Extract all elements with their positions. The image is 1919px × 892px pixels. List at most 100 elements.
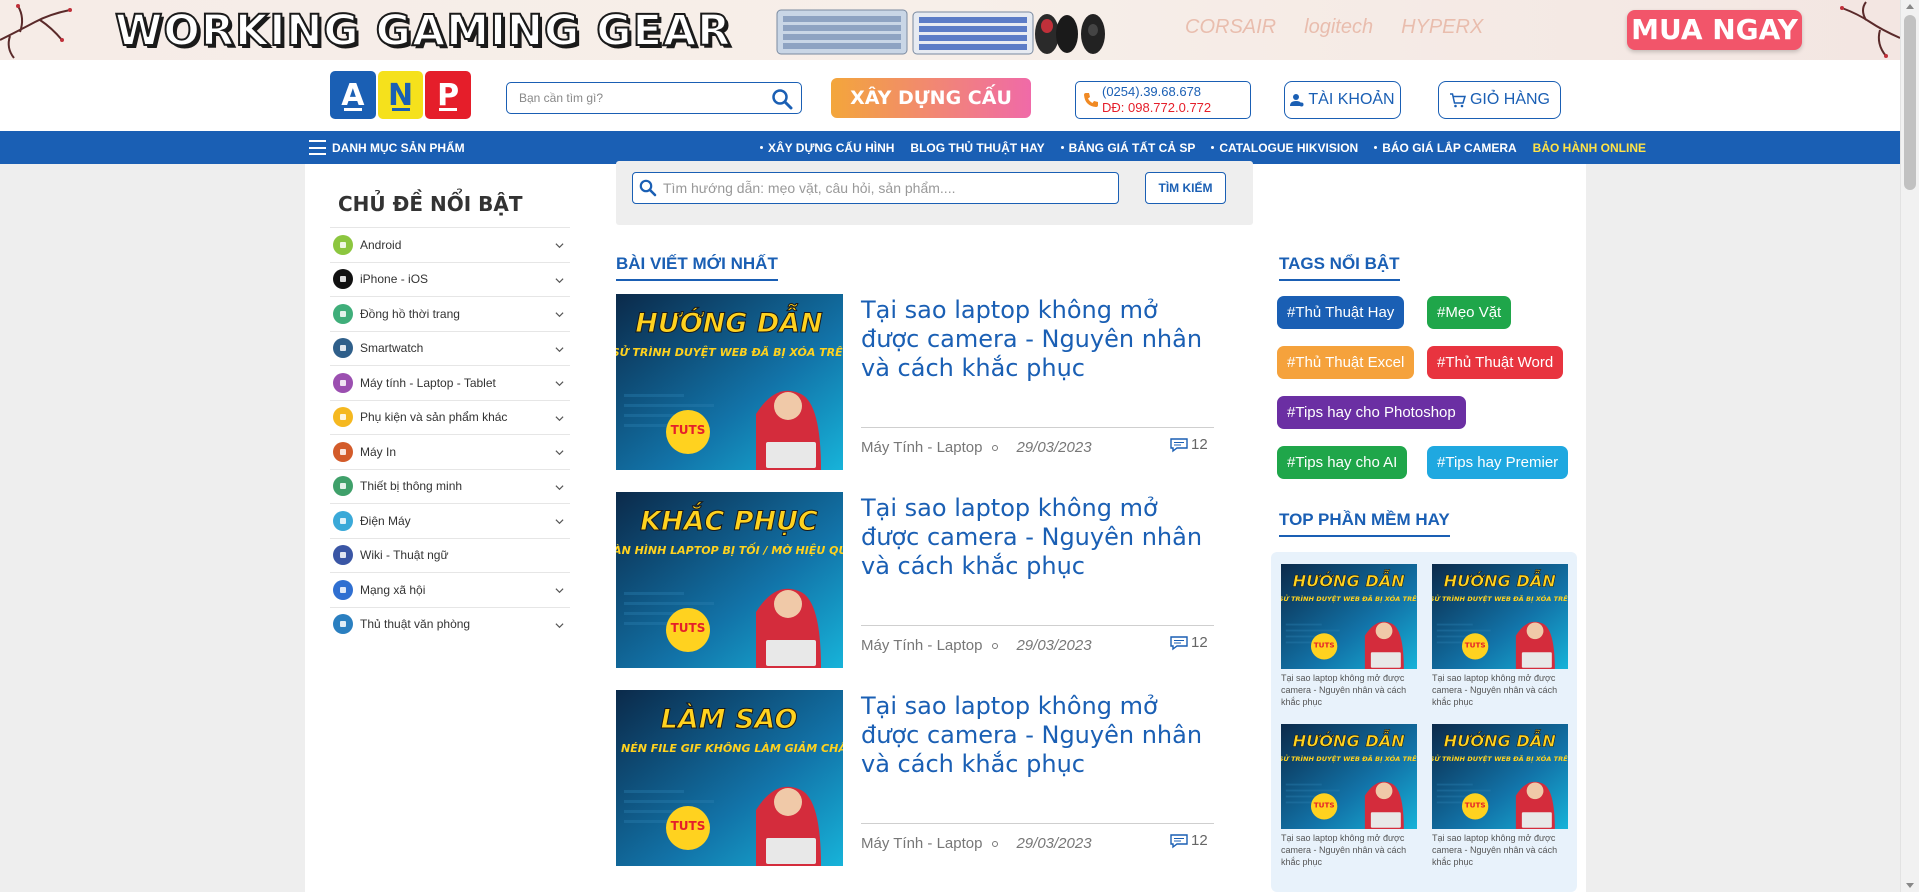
- top-app-thumbnail[interactable]: HƯỚNG DẪN XEM LỊCH SỬ TRÌNH DUYỆT WEB ĐÃ …: [1432, 564, 1568, 669]
- tag-chip[interactable]: #Thủ Thuật Hay: [1277, 296, 1405, 329]
- tag-chip[interactable]: #Mẹo Vặt: [1427, 296, 1512, 329]
- sidebar-item-label: Máy In: [360, 444, 397, 459]
- top-app-card[interactable]: HƯỚNG DẪN XEM LỊCH SỬ TRÌNH DUYỆT WEB ĐÃ …: [1432, 724, 1568, 868]
- hotline-landline: (0254).39.68.678: [1102, 84, 1202, 99]
- sidebar-item[interactable]: iPhone - iOS: [330, 261, 570, 297]
- scrollbar-thumb[interactable]: [1904, 15, 1916, 190]
- post-thumbnail[interactable]: HƯỚNG DẪN XEM LỊCH SỬ TRÌNH DUYỆT WEB ĐÃ …: [616, 294, 843, 470]
- thumb-subline: XEM LỊCH SỬ TRÌNH DUYỆT WEB ĐÃ BỊ XÓA TR…: [616, 345, 843, 359]
- scroll-down-arrow-icon[interactable]: [1906, 883, 1914, 888]
- gaming-gear-image: [776, 9, 1105, 55]
- sidebar-item[interactable]: Mạng xã hội: [330, 572, 570, 607]
- thumb-badge: TUTS: [1465, 641, 1486, 650]
- chevron-down-icon[interactable]: [555, 448, 564, 457]
- appliance-icon: [333, 510, 353, 531]
- top-app-caption[interactable]: Tại sao laptop không mở được camera - Ng…: [1432, 672, 1568, 708]
- apple-icon: [333, 269, 353, 290]
- sidebar-item[interactable]: Thiết bị thông minh: [330, 468, 570, 504]
- comment-count: 12: [1191, 832, 1208, 849]
- guide-search-input[interactable]: [663, 173, 1113, 203]
- top-app-card[interactable]: HƯỚNG DẪN XEM LỊCH SỬ TRÌNH DUYỆT WEB ĐÃ …: [1281, 724, 1417, 868]
- top-app-card[interactable]: HƯỚNG DẪN XEM LỊCH SỬ TRÌNH DUYỆT WEB ĐÃ …: [1281, 564, 1417, 708]
- chevron-down-icon[interactable]: [555, 414, 564, 423]
- post-comments[interactable]: 12: [1169, 436, 1208, 453]
- chevron-down-icon[interactable]: [555, 276, 564, 285]
- post-category[interactable]: Máy Tính - Laptop: [861, 835, 982, 852]
- site-logo[interactable]: A N P: [330, 71, 472, 121]
- printer-icon: [333, 441, 353, 462]
- sidebar-item[interactable]: Đồng hồ thời trang: [330, 296, 570, 331]
- chevron-down-icon[interactable]: [555, 241, 564, 250]
- tag-chip[interactable]: #Tips hay cho Photoshop: [1277, 396, 1466, 429]
- post-thumbnail[interactable]: LÀM SAO NÉN ẢNH, NÉN FILE GIF KHÔNG LÀM G…: [616, 690, 843, 866]
- chevron-down-icon[interactable]: [555, 345, 564, 354]
- post-title-link[interactable]: Tại sao laptop không mở được camera - Ng…: [861, 692, 1216, 779]
- post-title-link[interactable]: Tại sao laptop không mở được camera - Ng…: [861, 494, 1216, 581]
- tag-chip[interactable]: #Thủ Thuật Word: [1427, 346, 1564, 379]
- tag-chip[interactable]: #Thủ Thuật Excel: [1277, 346, 1415, 379]
- separator-icon: [992, 642, 999, 649]
- header-search-input[interactable]: [507, 83, 757, 113]
- sidebar-item[interactable]: Wiki - Thuật ngữ: [330, 537, 570, 573]
- top-apps-grid: HƯỚNG DẪN XEM LỊCH SỬ TRÌNH DUYỆT WEB ĐÃ …: [1271, 552, 1577, 892]
- thumb-subline: MÀN HÌNH LAPTOP BỊ TỐI / MỜ HIỆU QUẢ: [616, 542, 843, 557]
- guide-search-button[interactable]: TÌM KIẾM: [1145, 172, 1226, 204]
- laptop-icon: [333, 372, 353, 393]
- chevron-down-icon[interactable]: [555, 483, 564, 492]
- sidebar-item[interactable]: Máy In: [330, 434, 570, 469]
- chevron-down-icon[interactable]: [555, 621, 564, 630]
- chevron-down-icon[interactable]: [555, 379, 564, 388]
- divider: [861, 625, 1214, 626]
- search-icon[interactable]: [771, 88, 793, 110]
- post-title-link[interactable]: Tại sao laptop không mở được camera - Ng…: [861, 296, 1216, 383]
- top-app-thumbnail[interactable]: HƯỚNG DẪN XEM LỊCH SỬ TRÌNH DUYỆT WEB ĐÃ …: [1281, 564, 1417, 669]
- nav-link-catalogue[interactable]: CATALOGUE HIKVISION: [1211, 141, 1358, 155]
- sidebar-item[interactable]: Android: [330, 227, 570, 262]
- post-comments[interactable]: 12: [1169, 634, 1208, 651]
- top-app-caption[interactable]: Tại sao laptop không mở được camera - Ng…: [1281, 672, 1417, 708]
- sidebar-item[interactable]: Máy tính - Laptop - Tablet: [330, 365, 570, 400]
- post-meta: Máy Tính - Laptop 29/03/2023: [861, 439, 1092, 456]
- tag-chip[interactable]: #Tips hay cho AI: [1277, 446, 1408, 479]
- top-app-thumbnail[interactable]: HƯỚNG DẪN XEM LỊCH SỬ TRÌNH DUYỆT WEB ĐÃ …: [1281, 724, 1417, 829]
- sidebar-item[interactable]: Phụ kiện và sản phẩm khác: [330, 399, 570, 435]
- thumb-badge: TUTS: [671, 621, 706, 635]
- buy-now-button[interactable]: MUA NGAY: [1627, 10, 1802, 50]
- top-app-thumbnail[interactable]: HƯỚNG DẪN XEM LỊCH SỬ TRÌNH DUYỆT WEB ĐÃ …: [1432, 724, 1568, 829]
- thumb-headline: HƯỚNG DẪN: [1293, 730, 1406, 751]
- promo-banner[interactable]: WORKING GAMING GEAR CORSAIR logitech HYP…: [0, 0, 1900, 60]
- top-app-caption[interactable]: Tại sao laptop không mở được camera - Ng…: [1432, 832, 1568, 868]
- chevron-down-icon[interactable]: [555, 310, 564, 319]
- nav-link-build[interactable]: XÂY DỰNG CẤU HÌNH: [760, 141, 894, 155]
- product-category-menu[interactable]: DANH MỤC SẢN PHẨM: [309, 131, 465, 164]
- sidebar-item[interactable]: Smartwatch: [330, 330, 570, 366]
- thumb-headline: HƯỚNG DẪN: [635, 303, 823, 339]
- thumb-headline: HƯỚNG DẪN: [1293, 570, 1406, 591]
- account-button[interactable]: TÀI KHOẢN: [1284, 81, 1401, 119]
- top-app-caption[interactable]: Tại sao laptop không mở được camera - Ng…: [1281, 832, 1417, 868]
- sidebar-item[interactable]: Điện Máy: [330, 503, 570, 538]
- nav-link-price-list[interactable]: BẢNG GIÁ TẤT CẢ SP: [1060, 141, 1195, 155]
- top-app-card[interactable]: HƯỚNG DẪN XEM LỊCH SỬ TRÌNH DUYỆT WEB ĐÃ …: [1432, 564, 1568, 708]
- search-icon: [639, 179, 657, 197]
- nav-link-camera-quote[interactable]: BÁO GIÁ LẮP CAMERA: [1374, 141, 1517, 155]
- hotline-box[interactable]: (0254).39.68.678 DĐ: 098.772.0.772: [1075, 81, 1251, 119]
- post-comments[interactable]: 12: [1169, 832, 1208, 849]
- post-category[interactable]: Máy Tính - Laptop: [861, 637, 982, 654]
- sidebar-item[interactable]: Thủ thuật văn phòng: [330, 606, 570, 642]
- chevron-down-icon[interactable]: [555, 586, 564, 595]
- cherry-branch-decoration: [0, 4, 72, 59]
- chevron-down-icon[interactable]: [555, 517, 564, 526]
- page-scrollbar[interactable]: [1900, 0, 1919, 892]
- post-category[interactable]: Máy Tính - Laptop: [861, 439, 982, 456]
- nav-link-warranty[interactable]: BẢO HÀNH ONLINE: [1533, 141, 1646, 155]
- post-card: HƯỚNG DẪN XEM LỊCH SỬ TRÌNH DUYỆT WEB ĐÃ …: [616, 294, 1216, 492]
- sidebar-item-label: Thiết bị thông minh: [360, 479, 463, 494]
- tag-chip[interactable]: #Tips hay Premier: [1427, 446, 1569, 479]
- build-config-button[interactable]: XÂY DỰNG CẤU HÌNH: [831, 78, 1031, 149]
- cart-button[interactable]: GIỎ HÀNG: [1438, 81, 1561, 119]
- nav-link-blog[interactable]: BLOG THỦ THUẬT HAY: [910, 141, 1044, 155]
- post-thumbnail[interactable]: KHẮC PHỤC MÀN HÌNH LAPTOP BỊ TỐI / MỜ HIỆ…: [616, 492, 843, 668]
- bulb-icon: [333, 407, 353, 428]
- scroll-up-arrow-icon[interactable]: [1906, 4, 1914, 9]
